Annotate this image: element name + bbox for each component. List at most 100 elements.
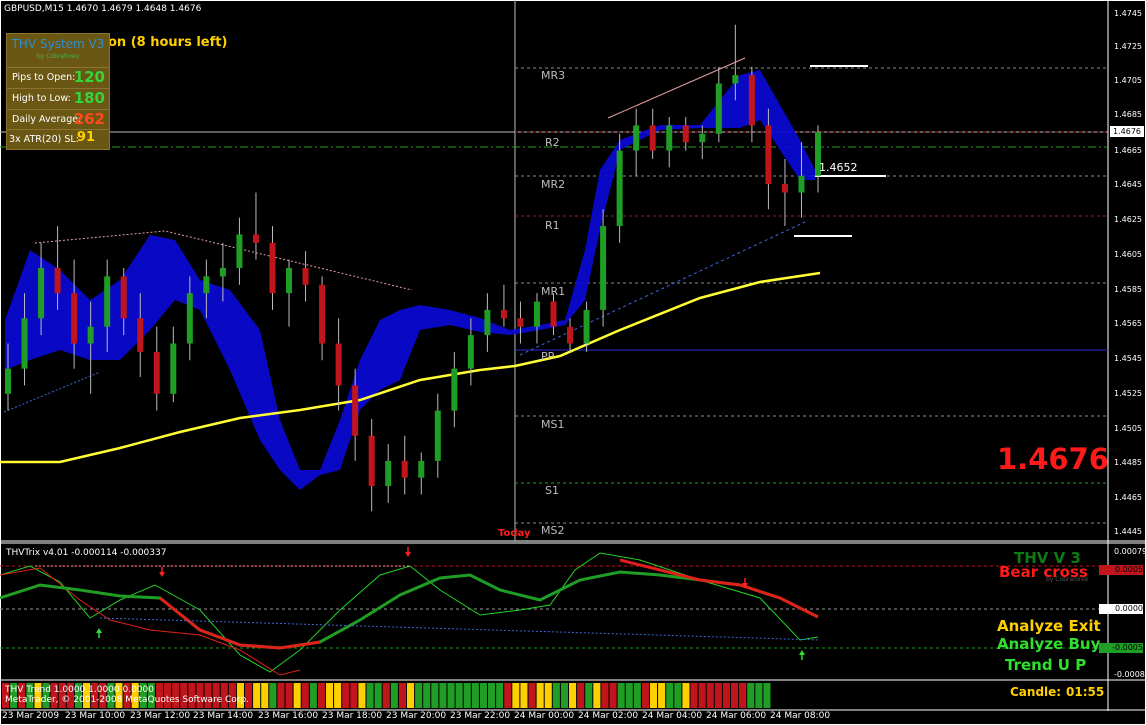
bear-cross-label: Bear cross: [999, 563, 1088, 581]
candle-bear: [71, 293, 78, 344]
panel-row-label: Pips to Open:: [12, 72, 76, 83]
candle-bull: [385, 460, 392, 487]
time-axis-label: 23 Mar 22:00: [450, 711, 511, 721]
thv-info-panel: THV System V3 by Cobraforex Pips to Open…: [6, 33, 110, 150]
buy-arrow-icon: [799, 650, 805, 655]
trend-bar: [585, 683, 593, 708]
trend-bar: [309, 683, 317, 708]
trend-bar: [722, 683, 730, 708]
analyze-buy-label: Analyze Buy: [997, 635, 1101, 653]
trend-bar: [731, 683, 739, 708]
trend-bar: [641, 683, 649, 708]
trend-bar: [536, 683, 544, 708]
trend-bar: [577, 683, 585, 708]
candle-bear: [368, 435, 375, 487]
candle-bear: [765, 125, 772, 185]
candle-bear: [500, 309, 507, 319]
price-marker-label: 1.4652: [819, 161, 858, 174]
candle-bear: [252, 234, 259, 243]
candle-bull: [467, 335, 474, 369]
trend-bar: [366, 683, 374, 708]
price-scale-label: 1.4585: [1114, 285, 1142, 294]
candle-bull: [732, 75, 739, 84]
candle-bear: [781, 184, 788, 193]
indicator-trendline: [99, 617, 821, 641]
trend-up-label: Trend U P: [1005, 656, 1087, 674]
trend-bar: [488, 683, 496, 708]
indicator-header: THVTrix v4.01 -0.000114 -0.000337: [6, 548, 167, 558]
trend-bar: [520, 683, 528, 708]
price-scale-label: 1.4745: [1114, 9, 1142, 18]
trend-bar: [528, 683, 536, 708]
candle-bull: [533, 301, 540, 327]
pivot-label-r1: R1: [545, 219, 560, 232]
time-axis-label: 23 Mar 12:00: [130, 711, 191, 721]
pivot-label-mr1: MR1: [541, 285, 566, 298]
resistance-trendline: [34, 230, 413, 291]
trend-bar: [714, 683, 722, 708]
price-scale-label: 1.4685: [1114, 110, 1142, 119]
candle-bear: [319, 284, 326, 344]
trend-bar: [560, 683, 568, 708]
indicator-scale-label: 0.00079: [1114, 547, 1146, 556]
trend-bar: [277, 683, 285, 708]
candle-bear: [302, 268, 309, 285]
symbol-header: GBPUSD,M15 1.4670 1.4679 1.4648 1.4676: [4, 4, 202, 14]
trend-bar: [690, 683, 698, 708]
candle-bear: [748, 75, 755, 126]
trend-bar: [747, 683, 755, 708]
trading-chart-window[interactable]: GBPUSD,M15 1.4670 1.4679 1.4648 1.4676 o…: [0, 0, 1146, 725]
trend-bar: [544, 683, 552, 708]
panel-row-high-to-low: High to Low: 180: [7, 88, 109, 109]
candle-bear: [352, 385, 359, 436]
time-axis-label: 24 Mar 02:00: [578, 711, 639, 721]
indicator-scale-tag: 0.0000: [1099, 604, 1143, 614]
trend-bar: [382, 683, 390, 708]
trend-bar: [601, 683, 609, 708]
trend-bar: [479, 683, 487, 708]
panel-row-label: High to Low:: [12, 93, 71, 104]
candle-countdown-label: Candle:: [1010, 685, 1062, 699]
panel-row-label: 3x ATR(20) SL:: [9, 134, 79, 145]
time-axis-label: 23 Mar 14:00: [193, 711, 254, 721]
trend-bar: [609, 683, 617, 708]
trend-bar: [739, 683, 747, 708]
candle-bear: [120, 276, 127, 319]
panel-subtitle: by Cobraforex: [36, 53, 80, 60]
panel-row-value: 120: [73, 68, 105, 86]
trend-bar-header: THV Trend 1.0000 1.0000 0.0000: [5, 685, 154, 695]
panel-row-atr-sl: 3x ATR(20) SL: 91: [7, 129, 109, 149]
time-axis-label: 24 Mar 00:00: [514, 711, 575, 721]
candle-bull: [219, 268, 226, 277]
candle-bull: [484, 309, 491, 336]
price-scale-label: 1.4545: [1114, 354, 1142, 363]
trend-bar: [706, 683, 714, 708]
candle-bull: [699, 133, 706, 143]
time-axis-label: 24 Mar 06:00: [706, 711, 767, 721]
candle-bull: [633, 125, 640, 151]
trend-bar: [350, 683, 358, 708]
price-chart[interactable]: [0, 0, 1146, 725]
sell-arrow-icon: [405, 552, 411, 557]
trend-bar: [455, 683, 463, 708]
candle-bull: [418, 460, 425, 478]
time-axis-label: 23 Mar 2009: [2, 711, 60, 721]
price-scale-label: 1.4625: [1114, 215, 1142, 224]
candle-bull: [170, 343, 177, 394]
pivot-label-r2: R2: [545, 136, 560, 149]
candle-bull: [5, 368, 11, 394]
today-label: Today: [498, 528, 531, 539]
trix-indicator-lines: [0, 547, 1108, 676]
candle-bear: [335, 343, 342, 386]
trend-bar: [374, 683, 382, 708]
time-axis-label: 24 Mar 08:00: [770, 711, 831, 721]
trend-bar: [674, 683, 682, 708]
trend-bar: [617, 683, 625, 708]
sell-arrow-icon: [159, 572, 165, 577]
trix-slow-line: [0, 570, 819, 650]
pivot-label-mr2: MR2: [541, 178, 566, 191]
time-axis-label: 23 Mar 18:00: [322, 711, 383, 721]
price-scale-label: 1.4445: [1114, 527, 1142, 536]
pivot-label-ms2: MS2: [541, 524, 565, 537]
trend-bar: [269, 683, 277, 708]
